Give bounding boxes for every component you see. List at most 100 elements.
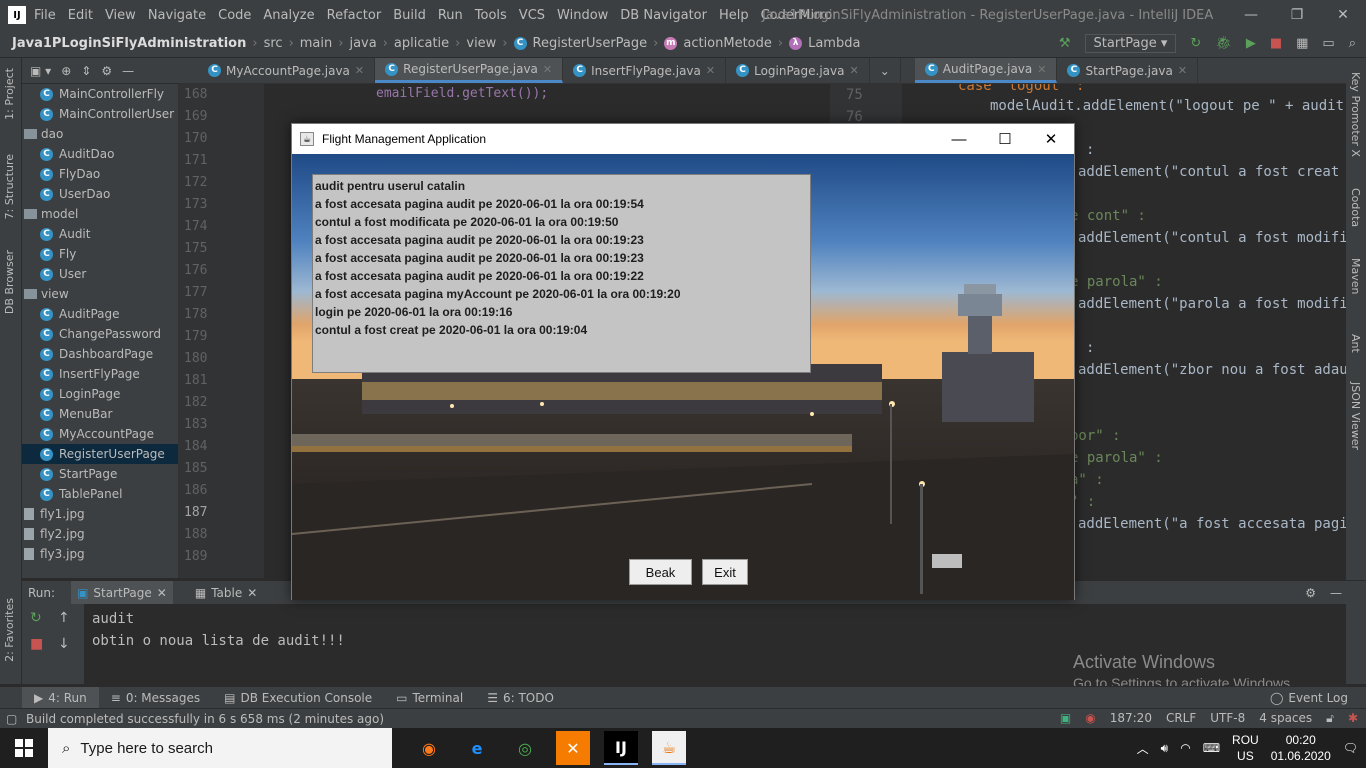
- rerun-icon[interactable]: ↻: [1190, 36, 1201, 51]
- stop-icon[interactable]: ■: [30, 636, 43, 652]
- project-tree-item[interactable]: fly2.jpg: [22, 524, 178, 544]
- project-tree-item[interactable]: C FlyDao: [22, 164, 178, 184]
- project-tree-item[interactable]: view: [22, 284, 178, 304]
- audit-entry[interactable]: a fost accesata pagina audit pe 2020-06-…: [315, 231, 808, 249]
- favorites-tool-tab[interactable]: 2: Favorites: [3, 598, 16, 662]
- project-tool-tab[interactable]: 1: Project: [3, 68, 16, 120]
- layout-icon[interactable]: ▭: [1322, 36, 1334, 51]
- editor-tab[interactable]: C InsertFlyPage.java ✕: [563, 58, 727, 83]
- breadcrumb-view[interactable]: view: [466, 36, 496, 51]
- project-structure-icon[interactable]: ▦: [1296, 36, 1308, 51]
- menu-item[interactable]: Tools: [475, 8, 507, 23]
- menu-item[interactable]: VCS: [519, 8, 545, 23]
- lock-icon[interactable]: 🔓︎: [1326, 711, 1334, 726]
- audit-list[interactable]: audit pentru userul catalin a fost accesa…: [312, 174, 811, 373]
- build-hammer-icon[interactable]: ⚒: [1059, 36, 1071, 51]
- menu-item[interactable]: View: [105, 8, 136, 23]
- menu-item[interactable]: File: [34, 8, 56, 23]
- project-view-icon[interactable]: ▣ ▾: [30, 64, 51, 78]
- indent-setting[interactable]: 4 spaces: [1259, 711, 1312, 726]
- breadcrumb-lambda[interactable]: Lambda: [808, 36, 860, 51]
- project-tree-item[interactable]: C InsertFlyPage: [22, 364, 178, 384]
- project-tree-item[interactable]: C UserDao: [22, 184, 178, 204]
- project-tree-item[interactable]: C LoginPage: [22, 384, 178, 404]
- status-toggle-icon[interactable]: ▢: [6, 712, 17, 726]
- intellij-taskbar-icon[interactable]: IJ: [604, 731, 638, 765]
- todo-tool-button[interactable]: ☰ 6: TODO: [475, 687, 566, 709]
- project-tree-item[interactable]: C StartPage: [22, 464, 178, 484]
- run-tool-button[interactable]: ▶ 4: Run: [22, 686, 99, 709]
- project-tree-item[interactable]: model: [22, 204, 178, 224]
- collapse-icon[interactable]: ⇕: [81, 64, 91, 78]
- close-button[interactable]: ✕: [1320, 0, 1366, 30]
- project-tree-item[interactable]: fly1.jpg: [22, 504, 178, 524]
- audit-entry[interactable]: login pe 2020-06-01 la ora 00:19:16: [315, 303, 808, 321]
- show-hidden-icons-icon[interactable]: ︿: [1137, 740, 1149, 757]
- editor-tab[interactable]: C AuditPage.java ✕: [914, 58, 1058, 83]
- settings-gear-icon[interactable]: ⚙: [101, 64, 112, 78]
- db-console-tool-button[interactable]: ▤ DB Execution Console: [212, 687, 384, 709]
- menu-item[interactable]: Window: [557, 8, 608, 23]
- project-tree-item[interactable]: C TablePanel: [22, 484, 178, 504]
- locate-icon[interactable]: ⊕: [61, 64, 71, 78]
- project-tree-item[interactable]: C AuditPage: [22, 304, 178, 324]
- line-separator[interactable]: CRLF: [1166, 711, 1196, 726]
- project-tree-item[interactable]: C MainControllerUser: [22, 104, 178, 124]
- audit-entry[interactable]: a fost accesata pagina audit pe 2020-06-…: [315, 267, 808, 285]
- project-tree-item[interactable]: C MyAccountPage: [22, 424, 178, 444]
- back-button[interactable]: Beak: [629, 559, 692, 585]
- notifications-icon[interactable]: 🗨︎: [1343, 741, 1358, 755]
- menu-item[interactable]: Navigate: [148, 8, 206, 23]
- run-coverage-icon[interactable]: ▶: [1246, 36, 1256, 51]
- key-promoter-tool-tab[interactable]: Key Promoter X: [1349, 72, 1362, 157]
- menu-item[interactable]: Analyze: [263, 8, 314, 23]
- close-tab-icon[interactable]: ✕: [706, 64, 715, 77]
- xampp-icon[interactable]: ✕: [556, 731, 590, 765]
- db-browser-tool-tab[interactable]: DB Browser: [3, 250, 16, 314]
- run-configuration-select[interactable]: StartPage ▾: [1084, 34, 1177, 53]
- run-tab-startpage[interactable]: ▣ StartPage ✕: [71, 580, 173, 605]
- rerun-icon[interactable]: ↻: [30, 610, 42, 626]
- run-settings-gear-icon[interactable]: ⚙: [1305, 586, 1316, 600]
- menu-item[interactable]: Build: [393, 8, 426, 23]
- search-everywhere-icon[interactable]: ⌕: [1349, 36, 1356, 51]
- close-tab-icon[interactable]: ✕: [850, 64, 859, 77]
- terminal-tool-button[interactable]: ▭ Terminal: [384, 687, 475, 709]
- breadcrumb-method[interactable]: actionMetode: [683, 36, 772, 51]
- structure-tool-tab[interactable]: 7: Structure: [3, 154, 16, 219]
- close-tab-icon[interactable]: ✕: [247, 586, 257, 600]
- breadcrumb-project[interactable]: Java1PLoginSiFlyAdministration: [12, 36, 246, 51]
- run-hide-icon[interactable]: —: [1330, 586, 1342, 600]
- menu-item[interactable]: Refactor: [327, 8, 382, 23]
- project-tree-item[interactable]: C Fly: [22, 244, 178, 264]
- menu-item[interactable]: Code: [218, 8, 251, 23]
- notification-icon[interactable]: ✱: [1348, 711, 1358, 726]
- close-tab-icon[interactable]: ✕: [157, 586, 167, 600]
- volume-icon[interactable]: 🔊︎: [1161, 741, 1169, 756]
- project-tree-item[interactable]: fly3.jpg: [22, 544, 178, 564]
- codota-tool-tab[interactable]: Codota: [1349, 188, 1362, 227]
- firefox-icon[interactable]: ◉: [412, 731, 446, 765]
- project-tree-item[interactable]: C User: [22, 264, 178, 284]
- breadcrumb-java[interactable]: java: [349, 36, 376, 51]
- audit-entry[interactable]: contul a fost creat pe 2020-06-01 la ora…: [315, 321, 808, 339]
- stop-icon[interactable]: ■: [1270, 36, 1282, 51]
- messages-tool-button[interactable]: ≡ 0: Messages: [99, 687, 212, 709]
- close-tab-icon[interactable]: ✕: [355, 64, 364, 77]
- editor-tab[interactable]: C RegisterUserPage.java ✕: [375, 58, 564, 83]
- language-indicator[interactable]: ROU US: [1232, 732, 1259, 764]
- ant-tool-tab[interactable]: Ant: [1349, 334, 1362, 353]
- run-tab-table[interactable]: ▦ Table ✕: [189, 581, 263, 605]
- audit-entry[interactable]: contul a fost modificata pe 2020-06-01 l…: [315, 213, 808, 231]
- dialog-maximize-button[interactable]: ☐: [982, 124, 1028, 154]
- menu-item[interactable]: DB Navigator: [620, 8, 707, 23]
- maven-tool-tab[interactable]: Maven: [1349, 258, 1362, 294]
- hide-icon[interactable]: —: [122, 64, 134, 78]
- keyboard-icon[interactable]: ⌨: [1203, 741, 1220, 755]
- menu-item[interactable]: Edit: [68, 8, 93, 23]
- memory-icon[interactable]: ◉: [1085, 711, 1095, 726]
- event-log-button[interactable]: ◯ Event Log: [1258, 687, 1360, 709]
- audit-entry[interactable]: audit pentru userul catalin: [315, 177, 808, 195]
- close-tab-icon[interactable]: ✕: [543, 63, 552, 76]
- audit-entry[interactable]: a fost accesata pagina audit pe 2020-06-…: [315, 249, 808, 267]
